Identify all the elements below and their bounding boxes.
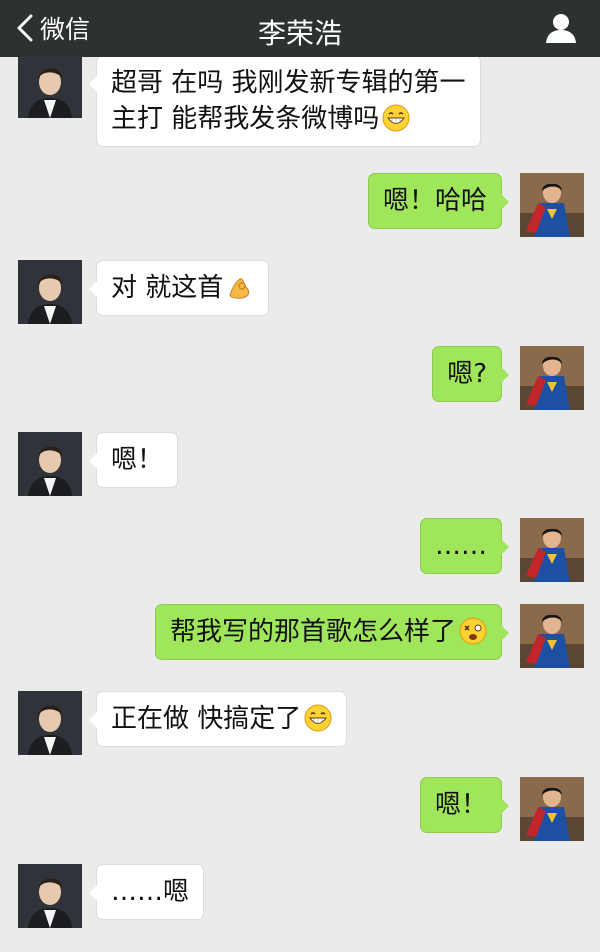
my-avatar-image bbox=[520, 173, 584, 237]
ok-hand-icon bbox=[226, 273, 254, 301]
friend-avatar[interactable] bbox=[18, 691, 82, 755]
message-text-line: 超哥 在吗 我刚发新专辑的第一 bbox=[111, 68, 466, 98]
message-bubble[interactable]: 嗯? bbox=[432, 346, 509, 402]
top-navigation-bar: 微信 李荣浩 bbox=[0, 0, 600, 57]
friend-avatar-image bbox=[18, 260, 82, 324]
my-avatar[interactable] bbox=[520, 777, 584, 841]
dizzy-face-icon bbox=[459, 617, 487, 645]
message-text: 嗯！ bbox=[434, 790, 487, 820]
friend-avatar-image bbox=[18, 691, 82, 755]
my-avatar-image bbox=[520, 777, 584, 841]
message-bubble[interactable]: 对 就这首 bbox=[88, 260, 270, 316]
message-bubble[interactable]: 嗯！哈哈 bbox=[367, 173, 510, 229]
message-bubble[interactable]: 超哥 在吗 我刚发新专辑的第一 主打 能帮我发条微博吗 bbox=[89, 57, 481, 147]
my-avatar-image bbox=[520, 346, 584, 410]
my-avatar-image bbox=[520, 604, 584, 668]
message-bubble[interactable]: 嗯！ bbox=[88, 432, 179, 488]
my-avatar[interactable] bbox=[520, 518, 584, 582]
friend-avatar[interactable] bbox=[18, 260, 82, 324]
friend-avatar-image bbox=[18, 864, 82, 928]
message-text: 正在做 快搞定了 bbox=[111, 704, 302, 734]
friend-avatar[interactable] bbox=[18, 57, 82, 118]
friend-avatar[interactable] bbox=[18, 432, 82, 496]
message-bubble[interactable]: 嗯！ bbox=[419, 777, 510, 833]
contact-profile-icon[interactable] bbox=[544, 12, 578, 44]
friend-avatar[interactable] bbox=[18, 864, 82, 928]
my-avatar[interactable] bbox=[520, 173, 584, 237]
my-avatar[interactable] bbox=[520, 346, 584, 410]
message-text: 嗯? bbox=[447, 359, 487, 389]
message-bubble[interactable]: ……嗯 bbox=[88, 864, 205, 920]
chat-message-list[interactable]: 超哥 在吗 我刚发新专辑的第一 主打 能帮我发条微博吗 嗯！哈哈 对 就这首 嗯… bbox=[0, 57, 600, 952]
message-bubble[interactable]: 正在做 快搞定了 bbox=[88, 691, 348, 747]
friend-avatar-image bbox=[18, 57, 82, 118]
message-text: 对 就这首 bbox=[111, 273, 224, 303]
message-text-line: 主打 能帮我发条微博吗 bbox=[111, 101, 466, 137]
message-bubble[interactable]: 帮我写的那首歌怎么样了 bbox=[154, 604, 510, 660]
friend-avatar-image bbox=[18, 432, 82, 496]
message-text: …… bbox=[435, 531, 487, 561]
message-text: 帮我写的那首歌怎么样了 bbox=[169, 617, 456, 647]
my-avatar[interactable] bbox=[520, 604, 584, 668]
my-avatar-image bbox=[520, 518, 584, 582]
message-text: ……嗯 bbox=[111, 877, 190, 907]
chat-title: 李荣浩 bbox=[257, 17, 342, 50]
message-bubble[interactable]: …… bbox=[420, 518, 509, 574]
message-text: 嗯！ bbox=[111, 445, 164, 475]
grin-face-icon bbox=[304, 704, 332, 732]
message-text: 嗯！哈哈 bbox=[382, 186, 487, 216]
grin-face-icon bbox=[382, 104, 410, 132]
